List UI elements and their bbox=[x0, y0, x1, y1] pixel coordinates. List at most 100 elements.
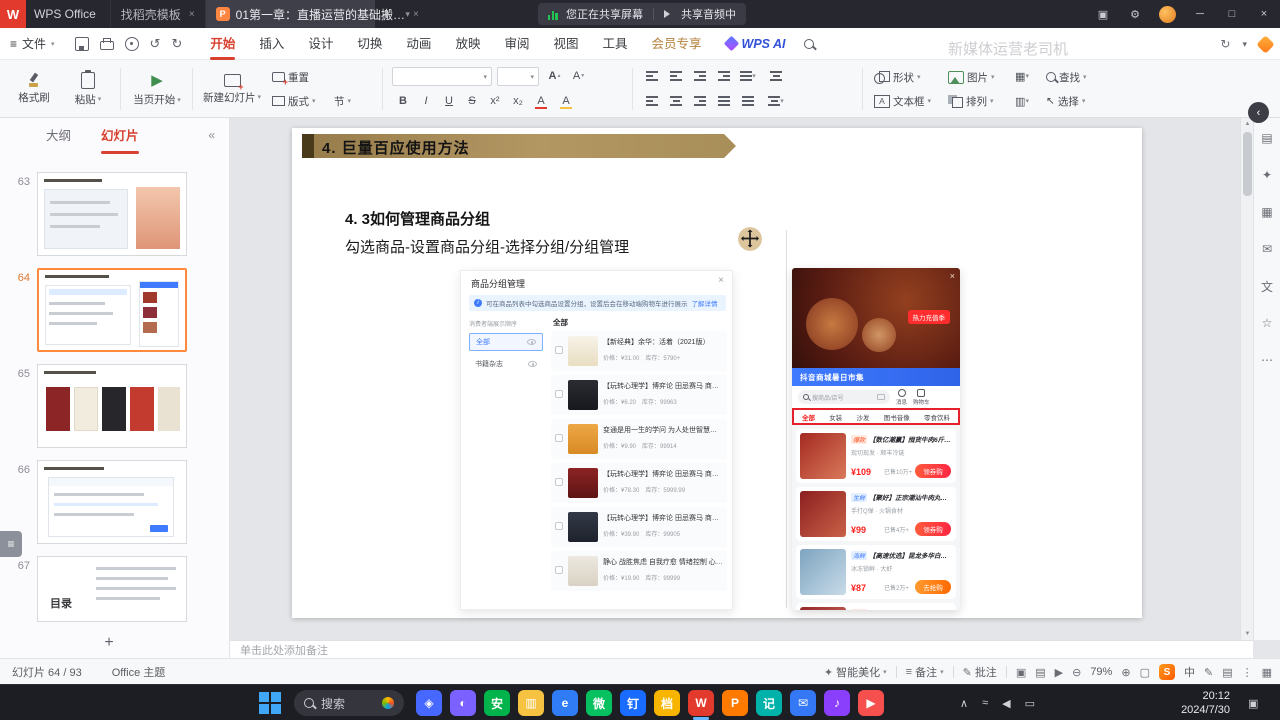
user-avatar[interactable] bbox=[1159, 5, 1176, 23]
tab-tools[interactable]: 工具 bbox=[590, 28, 639, 60]
highlight-color-button[interactable]: A bbox=[556, 91, 576, 111]
slide-thumbnail-64-selected[interactable] bbox=[37, 268, 187, 352]
slideshow-view-icon[interactable]: ▶ bbox=[1055, 666, 1063, 679]
text-direction-icon[interactable] bbox=[766, 66, 786, 86]
font-size-select[interactable]: ▾ bbox=[497, 67, 539, 86]
subscript-button[interactable]: x₂ bbox=[508, 91, 528, 111]
more-panels-icon[interactable]: ⋯ bbox=[1257, 350, 1277, 370]
comments-button[interactable]: ✎ 批注 bbox=[963, 664, 997, 680]
tab-home[interactable]: 开始 bbox=[198, 28, 247, 60]
close-window-button[interactable]: × bbox=[1248, 0, 1280, 28]
line-spacing-icon[interactable]: ▾ bbox=[738, 66, 758, 86]
decrease-indent-icon[interactable] bbox=[690, 66, 710, 86]
format-painter-button[interactable]: 格式刷 bbox=[8, 63, 60, 115]
tab-animation[interactable]: 动画 bbox=[394, 28, 443, 60]
new-tab-button[interactable]: + bbox=[375, 0, 399, 28]
ime-more-icon[interactable]: ⋮ bbox=[1242, 666, 1253, 679]
font-color-button[interactable]: A bbox=[531, 91, 551, 111]
notes-button[interactable]: ≡ 备注 ▾ bbox=[906, 664, 944, 680]
slide-sorter-icon[interactable]: ▤ bbox=[1035, 666, 1045, 679]
layout-button[interactable]: 版式 ▾ bbox=[272, 91, 316, 111]
align-center-icon[interactable] bbox=[666, 91, 686, 111]
zoom-in-icon[interactable]: ⊕ bbox=[1121, 666, 1130, 679]
notification-icon[interactable]: ▣ bbox=[1248, 697, 1258, 710]
increase-indent-icon[interactable] bbox=[714, 66, 734, 86]
ime-language-indicator[interactable]: 中 bbox=[1184, 664, 1195, 680]
workspace-icon[interactable]: ▣ bbox=[1087, 0, 1119, 28]
translate-icon[interactable]: 文 bbox=[1257, 276, 1277, 296]
wps-ai-button[interactable]: WPS AI bbox=[714, 35, 798, 52]
app-copilot[interactable]: ◐ bbox=[450, 690, 476, 716]
ime-keyboard-icon[interactable]: ▤ bbox=[1222, 666, 1232, 679]
app-presentation[interactable]: P bbox=[722, 690, 748, 716]
screen-share-status[interactable]: 您正在共享屏幕 共享音频中 bbox=[538, 3, 746, 25]
sogou-ime-icon[interactable]: S bbox=[1158, 664, 1175, 680]
decrease-font-icon[interactable]: A ▼ bbox=[569, 66, 589, 86]
zoom-out-icon[interactable]: ⊖ bbox=[1072, 666, 1081, 679]
app-mail[interactable]: ✉ bbox=[790, 690, 816, 716]
save-icon[interactable] bbox=[74, 36, 89, 51]
object-properties-icon[interactable]: ▤ bbox=[1257, 128, 1277, 148]
app-wechat[interactable]: 微 bbox=[586, 690, 612, 716]
vertical-scrollbar[interactable]: ▲ ▼ bbox=[1240, 118, 1253, 640]
fit-slide-icon[interactable]: ▢ bbox=[1140, 666, 1150, 679]
scrollbar-thumb[interactable] bbox=[1243, 132, 1252, 196]
slide-64-canvas[interactable]: 4. 巨量百应使用方法 4. 3如何管理商品分组 勾选商品-设置商品分组-选择分… bbox=[292, 128, 1142, 618]
smart-beautify-icon[interactable]: ✦ bbox=[1257, 165, 1277, 185]
arrange-button[interactable]: 排列 ▾ bbox=[948, 91, 994, 111]
ribbon-collapse-icon[interactable]: ▾ bbox=[1242, 39, 1247, 50]
chart-dropdown-icon[interactable]: ▥ ▾ bbox=[1012, 91, 1032, 111]
select-button[interactable]: ↖ 选择 ▾ bbox=[1046, 91, 1085, 111]
app-widgets[interactable]: ◈ bbox=[416, 690, 442, 716]
normal-view-icon[interactable]: ▣ bbox=[1016, 666, 1026, 679]
slide-heading[interactable]: 4. 3如何管理商品分组 bbox=[345, 208, 490, 229]
settings-gear-icon[interactable]: ⚙ bbox=[1119, 0, 1151, 28]
minimize-button[interactable]: ─ bbox=[1184, 0, 1216, 28]
new-slide-button[interactable]: 新建幻灯片▾ bbox=[200, 63, 264, 115]
tab-review[interactable]: 审阅 bbox=[492, 28, 541, 60]
increase-font-icon[interactable]: A ▲ bbox=[545, 66, 565, 86]
app-music[interactable]: ♪ bbox=[824, 690, 850, 716]
print-icon[interactable] bbox=[99, 37, 114, 50]
wps-logo-icon[interactable]: W bbox=[0, 0, 26, 28]
close-icon[interactable]: × bbox=[189, 9, 195, 20]
play-from-current-button[interactable]: ▶ 当页开始 ▾ bbox=[128, 63, 186, 115]
undo-icon[interactable]: ↺ bbox=[150, 36, 161, 52]
print-preview-icon[interactable] bbox=[124, 36, 139, 51]
picture-button[interactable]: 图片 ▾ bbox=[948, 67, 995, 87]
network-icon[interactable]: ≈ bbox=[982, 697, 988, 709]
comments-panel-icon[interactable]: ✉ bbox=[1257, 239, 1277, 259]
zoom-level[interactable]: 79% bbox=[1090, 666, 1112, 678]
italic-button[interactable]: I bbox=[416, 91, 436, 111]
tab-design[interactable]: 设计 bbox=[296, 28, 345, 60]
assistant-icon[interactable]: ☆ bbox=[1257, 313, 1277, 333]
taskbar-clock[interactable]: 20:12 2024/7/30 bbox=[1148, 689, 1230, 717]
bold-button[interactable]: B bbox=[393, 91, 413, 111]
collapse-panel-icon[interactable]: « bbox=[208, 128, 215, 142]
slide-thumbnail-66[interactable] bbox=[37, 460, 187, 544]
justify-icon[interactable] bbox=[714, 91, 734, 111]
file-menu[interactable]: ≡ 文件 ▾ bbox=[0, 35, 65, 52]
app-docs[interactable]: 档 bbox=[654, 690, 680, 716]
search-icon[interactable] bbox=[803, 38, 814, 49]
template-tab[interactable]: 找稻壳模板 × bbox=[109, 0, 205, 28]
sync-icon[interactable]: ↻ bbox=[1220, 37, 1230, 51]
numbered-list-icon[interactable] bbox=[666, 66, 686, 86]
tab-slides[interactable]: 幻灯片 bbox=[101, 118, 139, 154]
underline-button[interactable]: U bbox=[439, 91, 459, 111]
textbox-button[interactable]: A 文本框 ▾ bbox=[874, 91, 931, 111]
app-security[interactable]: 安 bbox=[484, 690, 510, 716]
tab-outline[interactable]: 大纲 bbox=[46, 118, 71, 154]
slide-subheading[interactable]: 勾选商品-设置商品分组-选择分组/分组管理 bbox=[345, 236, 629, 257]
section-button[interactable]: 节 ▾ bbox=[334, 91, 351, 111]
app-wps-active[interactable]: W bbox=[688, 690, 714, 716]
add-slide-button[interactable]: + bbox=[98, 632, 120, 654]
tray-expand-icon[interactable]: ∧ bbox=[960, 697, 968, 710]
slide-thumbnail-65[interactable] bbox=[37, 364, 187, 448]
app-edge[interactable]: e bbox=[552, 690, 578, 716]
strikethrough-button[interactable]: S bbox=[462, 91, 482, 111]
volume-icon[interactable]: ◀ bbox=[1002, 697, 1010, 710]
app-notes[interactable]: 记 bbox=[756, 690, 782, 716]
ime-pen-icon[interactable]: ✎ bbox=[1204, 666, 1213, 679]
font-family-select[interactable]: ▾ bbox=[392, 67, 492, 86]
